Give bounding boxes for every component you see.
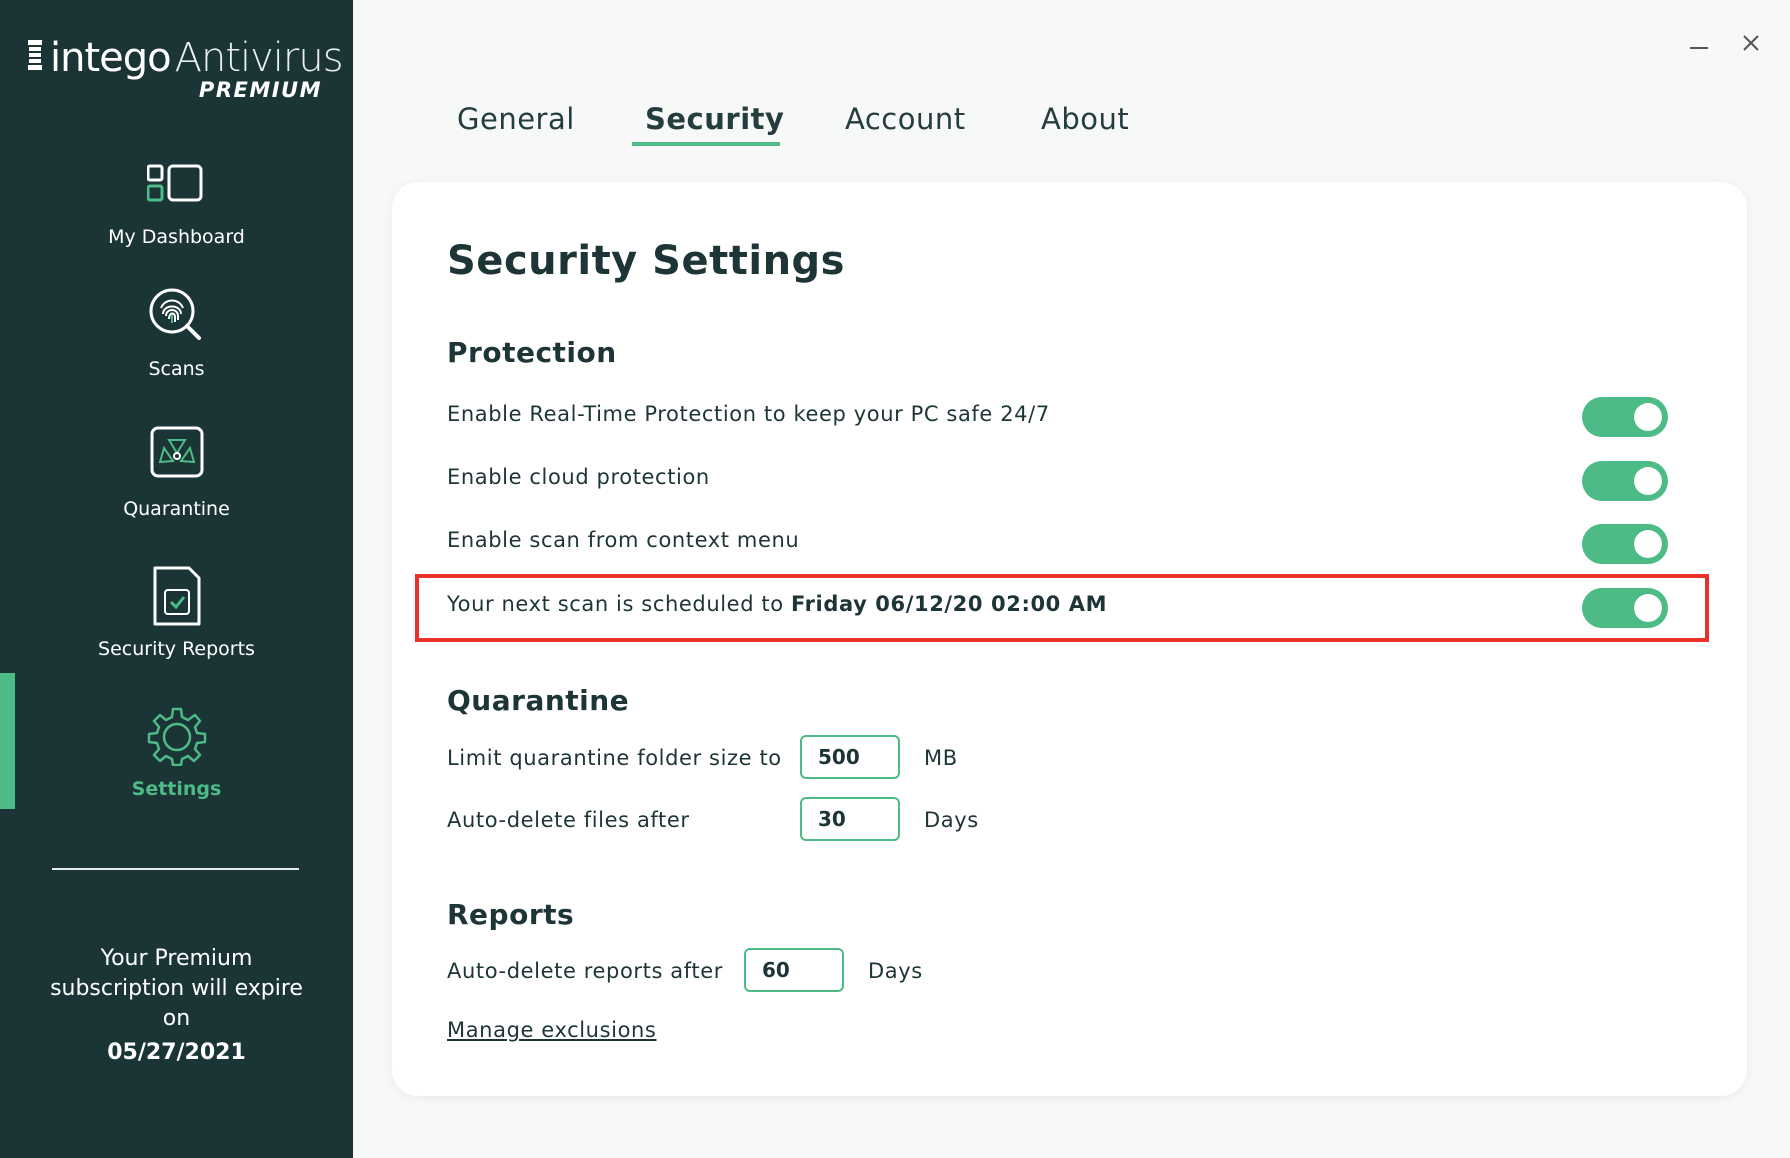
realtime-protection-toggle[interactable]: [1582, 397, 1668, 437]
tab-about[interactable]: About: [1041, 102, 1129, 136]
section-title-protection: Protection: [447, 336, 617, 369]
section-title-quarantine: Quarantine: [447, 684, 630, 717]
sidebar-item-label: Security Reports: [98, 638, 255, 660]
logo-mark-icon: [28, 40, 42, 70]
close-icon[interactable]: [1736, 28, 1766, 58]
scheduled-scan-label: Your next scan is scheduled to Friday 06…: [447, 592, 1107, 616]
toggle-knob: [1634, 530, 1662, 558]
cloud-protection-toggle[interactable]: [1582, 461, 1668, 501]
sidebar: intego Antivirus PREMIUM My Dashboard Sca…: [0, 0, 353, 1158]
quarantine-autodelete-input[interactable]: [800, 797, 900, 841]
sidebar-item-label: Quarantine: [123, 498, 230, 520]
tab-security[interactable]: Security: [645, 102, 784, 136]
sidebar-item-settings[interactable]: Settings: [0, 706, 353, 800]
page-title: Security Settings: [447, 238, 845, 284]
subscription-info: Your Premium subscription will expire on…: [0, 944, 353, 1068]
reports-autodelete-label: Auto-delete reports after: [447, 959, 723, 983]
tab-general[interactable]: General: [457, 102, 575, 136]
active-tab-underline: [632, 142, 780, 146]
sidebar-item-label: Settings: [131, 778, 222, 800]
security-settings-card: Security Settings Protection Enable Real…: [392, 182, 1747, 1096]
sidebar-item-dashboard[interactable]: My Dashboard: [0, 160, 353, 248]
subscription-text: Your Premium subscription will expire on: [50, 946, 303, 1031]
quarantine-limit-label: Limit quarantine folder size to: [447, 746, 782, 770]
toggle-knob: [1634, 594, 1662, 622]
context-menu-scan-label: Enable scan from context menu: [447, 528, 800, 552]
tab-account[interactable]: Account: [845, 102, 966, 136]
reports-autodelete-unit: Days: [868, 959, 923, 983]
subscription-date: 05/27/2021: [107, 1040, 246, 1065]
manage-exclusions-link[interactable]: Manage exclusions: [447, 1018, 656, 1042]
sidebar-divider: [52, 868, 299, 870]
toggle-knob: [1634, 467, 1662, 495]
brand-name: intego Antivirus: [50, 34, 344, 82]
brand-primary: intego: [50, 35, 172, 81]
quarantine-autodelete-unit: Days: [924, 808, 979, 832]
app-logo: intego Antivirus PREMIUM: [28, 34, 344, 104]
sidebar-item-label: My Dashboard: [108, 226, 245, 248]
scheduled-scan-datetime: Friday 06/12/20 02:00 AM: [790, 592, 1108, 616]
section-title-reports: Reports: [447, 898, 575, 931]
reports-autodelete-input[interactable]: [744, 948, 844, 992]
dashboard-icon: [146, 164, 202, 202]
edition-label: PREMIUM: [198, 78, 322, 102]
biohazard-icon: [150, 426, 203, 478]
context-menu-scan-toggle[interactable]: [1582, 524, 1668, 564]
sidebar-item-label: Scans: [148, 358, 205, 380]
sidebar-item-quarantine[interactable]: Quarantine: [0, 426, 353, 520]
report-icon: [153, 566, 200, 626]
quarantine-autodelete-label: Auto-delete files after: [447, 808, 690, 832]
cloud-protection-label: Enable cloud protection: [447, 465, 710, 489]
toggle-knob: [1634, 403, 1662, 431]
scheduled-scan-toggle[interactable]: [1582, 588, 1668, 628]
quarantine-limit-input[interactable]: [800, 735, 900, 779]
sidebar-item-scans[interactable]: Scans: [0, 286, 353, 380]
scheduled-scan-prefix: Your next scan is scheduled to: [447, 592, 784, 616]
fingerprint-search-icon: [149, 288, 201, 340]
minimize-icon[interactable]: [1684, 28, 1714, 58]
sidebar-item-security-reports[interactable]: Security Reports: [0, 566, 353, 660]
gear-icon: [147, 707, 206, 766]
realtime-protection-label: Enable Real-Time Protection to keep your…: [447, 402, 1050, 426]
brand-secondary: Antivirus: [174, 35, 344, 81]
quarantine-limit-unit: MB: [924, 746, 958, 770]
